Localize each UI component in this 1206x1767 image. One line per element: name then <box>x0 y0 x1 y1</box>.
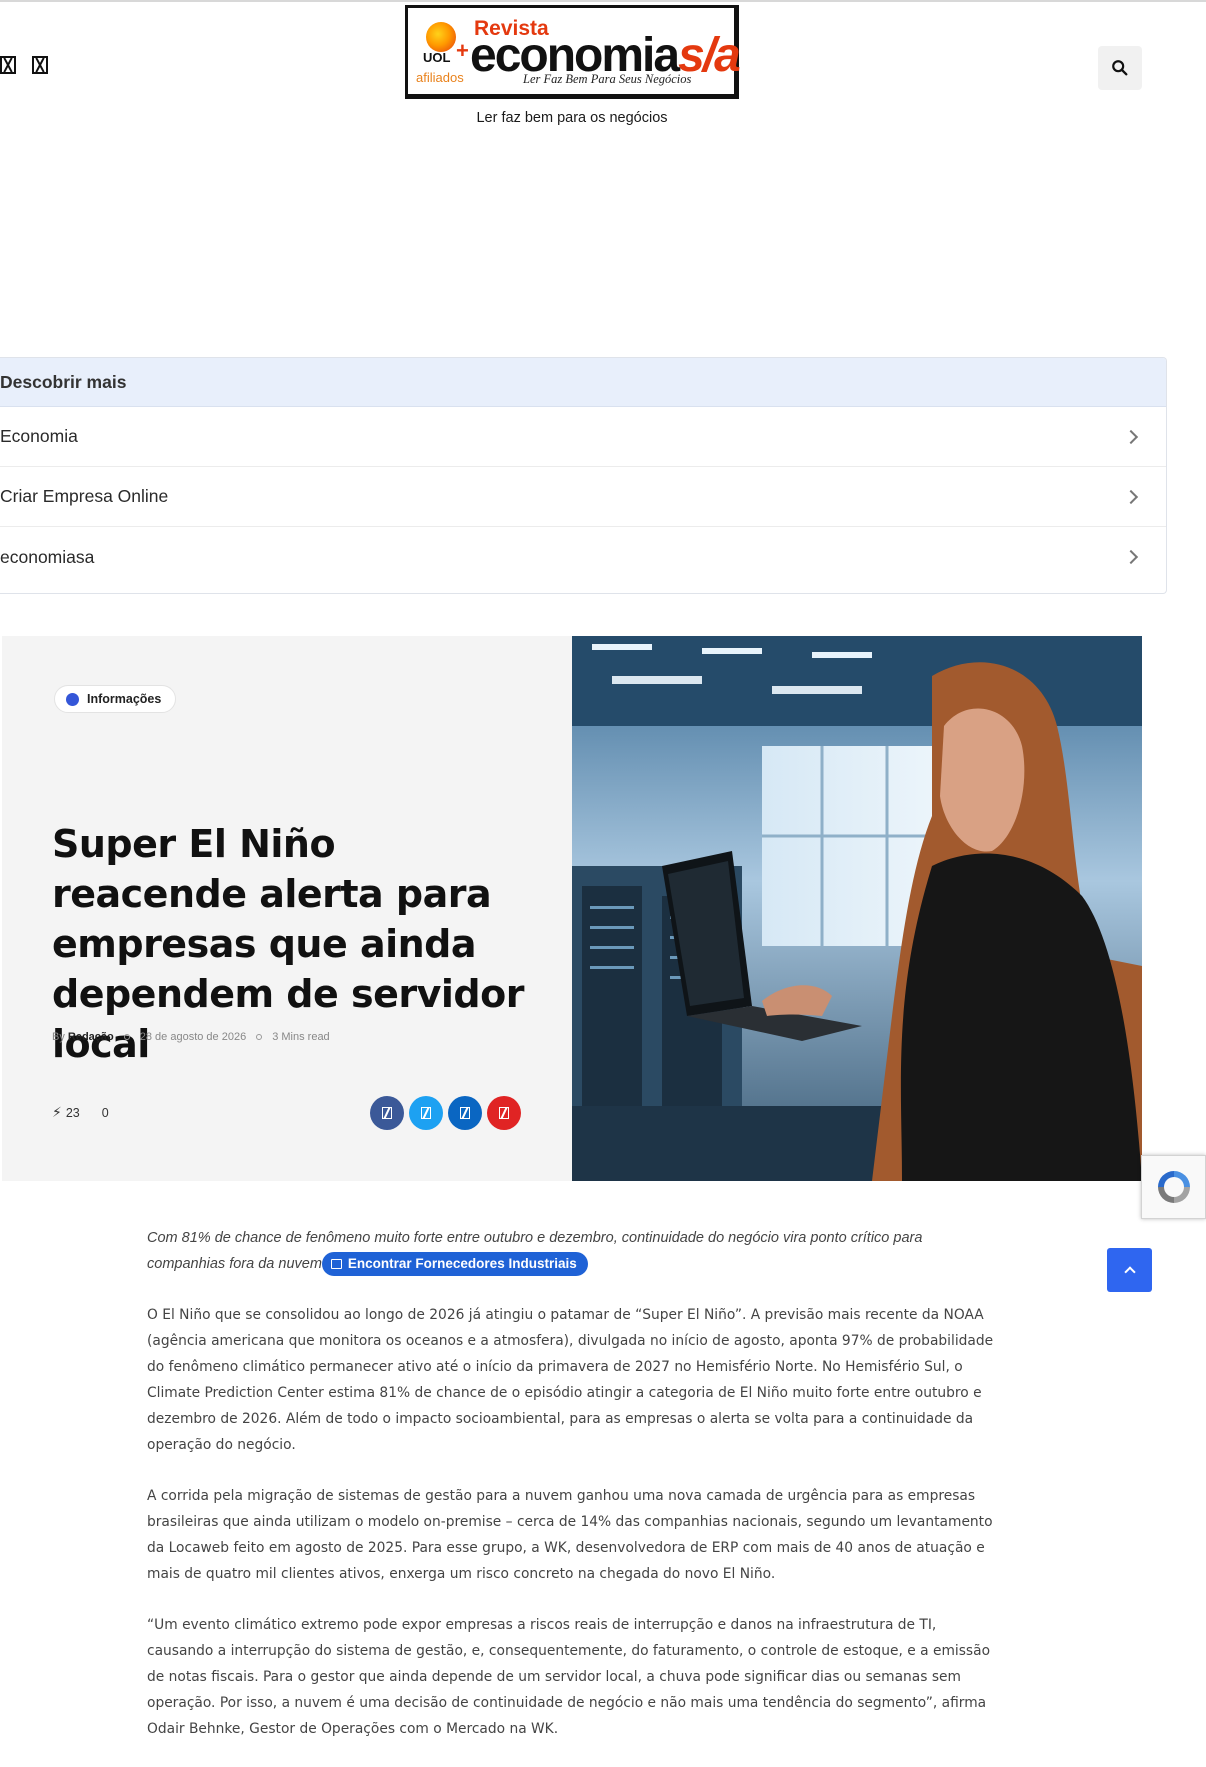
site-tagline: Ler faz bem para os negócios <box>476 110 668 126</box>
chevron-right-icon <box>1123 549 1139 565</box>
linkedin-icon <box>460 1107 470 1119</box>
recaptcha-badge[interactable] <box>1141 1155 1206 1219</box>
meta-separator <box>256 1034 263 1040</box>
discover-item[interactable]: Criar Empresa Online <box>0 467 1166 527</box>
pinterest-share-button[interactable] <box>487 1096 521 1130</box>
discover-more-heading: Descobrir mais <box>0 358 1166 407</box>
logo-script-tagline: Ler Faz Bem Para Seus Negócios <box>523 72 692 86</box>
article-paragraph: O El Niño que se consolidou ao longo de … <box>147 1307 994 1453</box>
twitter-share-button[interactable] <box>409 1096 443 1130</box>
linkedin-share-button[interactable] <box>448 1096 482 1130</box>
category-dot-icon <box>66 693 79 706</box>
recaptcha-icon <box>1157 1171 1190 1203</box>
hero-image <box>572 636 1142 1181</box>
chevron-right-icon <box>1123 429 1139 444</box>
top-divider <box>0 0 1206 2</box>
list-icon <box>330 1259 342 1270</box>
share-buttons <box>370 1096 521 1130</box>
sun-logo-icon <box>426 22 456 52</box>
article-meta: By Redação 28 de agosto de 2026 3 Mins r… <box>52 1031 330 1043</box>
discover-item-label: Economia <box>0 426 78 446</box>
discover-item-label: economiasa <box>0 546 95 567</box>
read-time: 3 Mins read <box>272 1031 330 1043</box>
logo-afiliados: afiliados <box>416 70 464 85</box>
hero-panel: Informações Super El Niño reacende alert… <box>2 636 572 1181</box>
pinterest-icon <box>499 1107 509 1119</box>
author-link[interactable]: Redação <box>68 1031 114 1043</box>
social-icon[interactable] <box>32 56 48 74</box>
header-social-icons <box>0 56 48 74</box>
discover-item[interactable]: Economia <box>0 407 1166 467</box>
article-paragraph: A corrida pela migração de sistemas de g… <box>147 1488 993 1582</box>
hero-photo-illustration <box>572 636 1142 1181</box>
facebook-share-button[interactable] <box>370 1096 404 1130</box>
site-logo[interactable]: UOL + afiliados Revista economias/a Ler … <box>405 5 741 99</box>
bolt-icon: ⚡ <box>52 1104 62 1120</box>
facebook-icon <box>382 1107 392 1119</box>
find-suppliers-label: Encontrar Fornecedores Industriais <box>347 1256 577 1272</box>
article-stats: ⚡ 23 0 <box>52 1104 109 1121</box>
article-lede: Com 81% de chance de fenômeno muito fort… <box>147 1225 999 1277</box>
article-date: 28 de agosto de 2026 <box>139 1031 247 1043</box>
find-suppliers-button[interactable]: Encontrar Fornecedores Industriais <box>321 1252 588 1277</box>
chevron-right-icon <box>1123 489 1139 504</box>
search-button[interactable] <box>1098 46 1142 90</box>
views-count: ⚡ 23 <box>52 1104 80 1120</box>
meta-separator <box>123 1034 130 1040</box>
chevron-up-icon <box>1123 1266 1136 1278</box>
meta-by: By Redação <box>52 1031 114 1043</box>
discover-item[interactable]: economiasa <box>0 527 1166 587</box>
article-paragraph: “Um evento climático extremo pode expor … <box>147 1617 991 1737</box>
back-to-top-button[interactable] <box>1107 1248 1152 1292</box>
logo-uol: UOL <box>423 50 451 65</box>
category-label: Informações <box>87 692 162 706</box>
logo-plus: + <box>456 38 469 63</box>
social-icon[interactable] <box>0 56 16 74</box>
category-badge[interactable]: Informações <box>54 685 177 713</box>
discover-item-label: Criar Empresa Online <box>0 486 169 506</box>
twitter-icon <box>421 1107 431 1119</box>
comments-count: 0 <box>101 1105 109 1120</box>
discover-more-box: Descobrir mais Economia Criar Empresa On… <box>0 357 1167 594</box>
search-icon <box>1112 60 1128 76</box>
article-body: Com 81% de chance de fenômeno muito fort… <box>147 1225 999 1742</box>
